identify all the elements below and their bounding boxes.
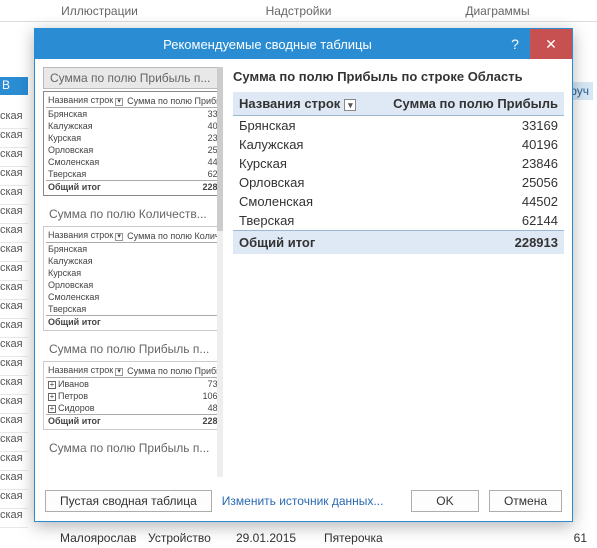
template-list-scroll[interactable]: Сумма по полю Прибыль п...Названия строк… xyxy=(43,67,223,477)
change-data-source-link[interactable]: Изменить источник данных... xyxy=(222,494,384,508)
template-thumbnail: Названия строк▾Сумма по полю КоличествоБ… xyxy=(43,226,223,331)
preview-total-row: Общий итог228913 xyxy=(233,231,564,255)
ok-button[interactable]: OK xyxy=(411,490,479,512)
ribbon-group-charts[interactable]: Диаграммы xyxy=(398,0,597,21)
help-button[interactable]: ? xyxy=(500,29,530,59)
ribbon-group-addins[interactable]: Надстройки xyxy=(199,0,398,21)
preview-row: Курская23846 xyxy=(233,154,564,173)
preview-header-value: Сумма по полю Прибыль xyxy=(373,92,564,116)
row-fragments: скаяская скаяская скаяская скаяская ская… xyxy=(0,110,28,528)
preview-row: Тверская62144 xyxy=(233,211,564,231)
recommended-pivottables-dialog: Рекомендуемые сводные таблицы ? ✕ Сумма … xyxy=(34,28,573,522)
template-item-title: Сумма по полю Прибыль п... xyxy=(43,438,223,458)
template-item-title: Сумма по полю Прибыль п... xyxy=(43,339,223,359)
blank-pivottable-button[interactable]: Пустая сводная таблица xyxy=(45,490,212,512)
preview-pane: Сумма по полю Прибыль по строке Область … xyxy=(233,67,564,477)
template-thumbnail: Названия строк▾Сумма по полю Прибыль+Ива… xyxy=(43,361,223,430)
template-list: Сумма по полю Прибыль п...Названия строк… xyxy=(43,67,223,477)
preview-title: Сумма по полю Прибыль по строке Область xyxy=(233,69,564,84)
preview-row: Орловская25056 xyxy=(233,173,564,192)
preview-table: Названия строк▾ Сумма по полю Прибыль Бр… xyxy=(233,92,564,254)
template-item-title: Сумма по полю Количеств... xyxy=(43,204,223,224)
preview-header-rows: Названия строк▾ xyxy=(233,92,373,116)
titlebar: Рекомендуемые сводные таблицы ? ✕ xyxy=(35,29,572,59)
dialog-title: Рекомендуемые сводные таблицы xyxy=(35,37,500,52)
cancel-button[interactable]: Отмена xyxy=(489,490,562,512)
footer-row: Малоярослав Устройство 29.01.2015 Пятеро… xyxy=(60,531,587,545)
column-header: В xyxy=(2,78,10,92)
template-item[interactable]: Сумма по полю Прибыль п...Названия строк… xyxy=(43,339,223,430)
preview-row: Брянская33169 xyxy=(233,116,564,136)
ribbon-group-illustrations[interactable]: Иллюстрации xyxy=(0,0,199,21)
template-item[interactable]: Сумма по полю Количеств...Названия строк… xyxy=(43,204,223,331)
preview-row: Смоленская44502 xyxy=(233,192,564,211)
template-item-title: Сумма по полю Прибыль п... xyxy=(43,67,223,89)
template-thumbnail: Названия строк▾Сумма по полю ПрибыльБрян… xyxy=(43,91,223,196)
template-item[interactable]: Сумма по полю Прибыль п...Названия строк… xyxy=(43,67,223,196)
preview-row: Калужская40196 xyxy=(233,135,564,154)
button-bar: Пустая сводная таблица Изменить источник… xyxy=(35,481,572,521)
dropdown-icon[interactable]: ▾ xyxy=(344,99,356,111)
ribbon: Иллюстрации Надстройки Диаграммы xyxy=(0,0,597,22)
close-button[interactable]: ✕ xyxy=(530,29,572,59)
template-item[interactable]: Сумма по полю Прибыль п... xyxy=(43,438,223,458)
